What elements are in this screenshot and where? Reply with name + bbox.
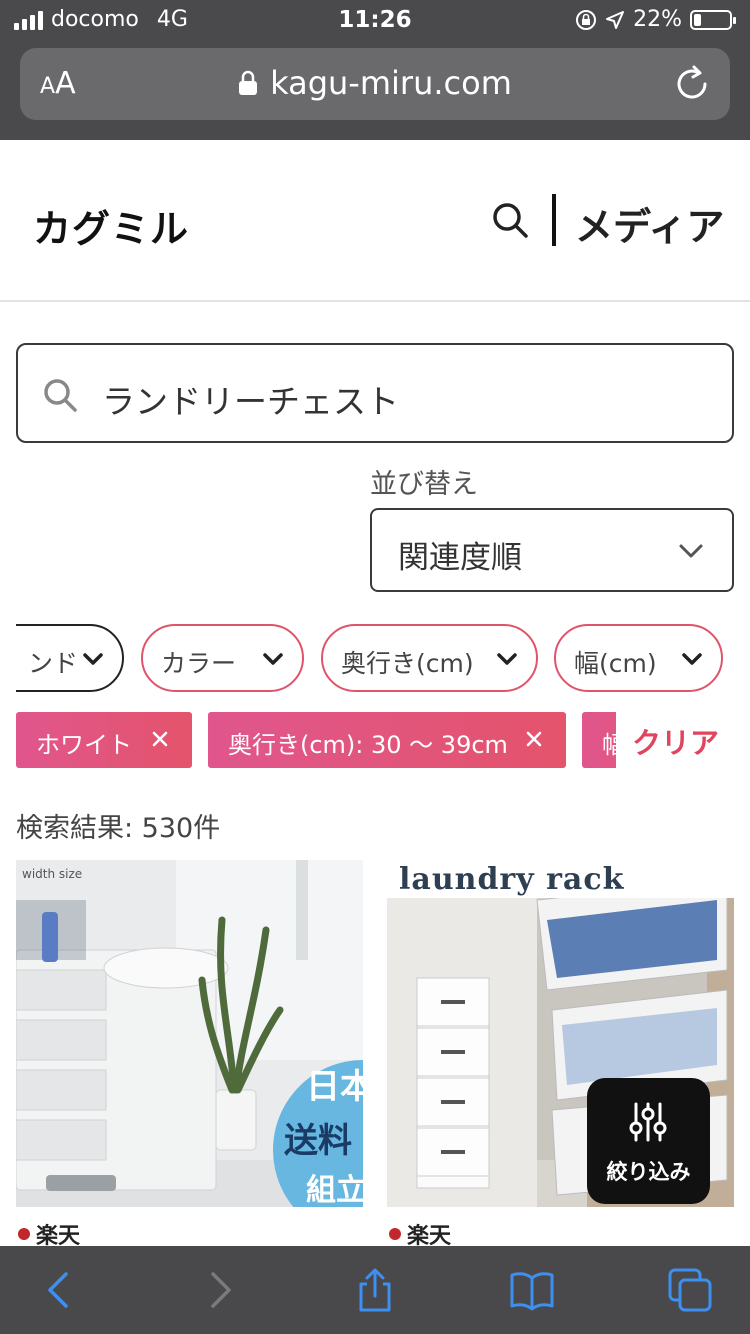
site-logo[interactable]: カグミル: [33, 198, 189, 253]
selected-tag-row: ホワイト 奥行き(cm): 30 〜 39cm 幅: [16, 712, 616, 768]
close-icon[interactable]: [524, 729, 544, 749]
forward-icon[interactable]: [197, 1268, 241, 1312]
svg-text:width size: width size: [22, 867, 82, 881]
reload-icon[interactable]: [672, 64, 712, 104]
bookmarks-icon[interactable]: [510, 1268, 554, 1312]
site-header: カグミル メディア: [0, 140, 750, 302]
back-icon[interactable]: [38, 1268, 82, 1312]
browser-chrome: docomo 4G 11:26 22% AA kagu-miru.com: [0, 0, 750, 140]
search-icon: [44, 379, 77, 412]
filter-button-label: 絞り込み: [606, 1160, 691, 1184]
sort-select[interactable]: 関連度順: [370, 508, 734, 592]
selected-tag-depth[interactable]: 奥行き(cm): 30 〜 39cm: [208, 712, 566, 768]
svg-text:組立: 組立: [306, 1173, 363, 1207]
svg-text:送料: 送料: [284, 1121, 352, 1161]
tabs-icon[interactable]: [668, 1268, 712, 1312]
svg-text:日本: 日本: [306, 1067, 363, 1107]
url-text: kagu-miru.com: [270, 64, 512, 102]
chevron-down-icon: [497, 653, 517, 665]
battery-percent: 22%: [633, 7, 682, 32]
status-bar: docomo 4G 11:26 22%: [0, 0, 750, 42]
clear-filters-button[interactable]: クリア: [632, 720, 719, 762]
location-icon: [606, 10, 625, 29]
filter-pill-row: ンド カラー 奥行き(cm) 幅(cm): [16, 624, 750, 694]
filter-pill-brand[interactable]: ンド: [16, 624, 124, 692]
rotation-lock-icon: [576, 9, 597, 30]
rakuten-dot-icon: [389, 1228, 401, 1240]
chevron-down-icon: [263, 653, 283, 665]
search-icon[interactable]: [490, 200, 530, 240]
media-link[interactable]: メディア: [575, 196, 724, 251]
chevron-down-icon: [679, 544, 703, 558]
url-bar[interactable]: AA kagu-miru.com: [20, 48, 730, 120]
search-input[interactable]: ランドリーチェスト: [16, 343, 734, 443]
filter-pill-depth[interactable]: 奥行き(cm): [321, 624, 538, 692]
product-image[interactable]: 日本 送料 組立 width size: [16, 860, 363, 1207]
selected-tag-width[interactable]: 幅: [582, 712, 616, 768]
close-icon[interactable]: [150, 729, 170, 749]
browser-toolbar: [0, 1246, 750, 1334]
sort-label: 並び替え: [370, 469, 478, 500]
sliders-icon: [629, 1102, 667, 1142]
rakuten-dot-icon: [18, 1228, 30, 1240]
result-count: 検索結果: 530件: [16, 813, 221, 844]
search-query: ランドリーチェスト: [102, 382, 399, 421]
filter-pill-width[interactable]: 幅(cm): [554, 624, 723, 692]
filter-button[interactable]: 絞り込み: [587, 1078, 710, 1204]
header-divider: [552, 194, 556, 246]
product-image-caption: laundry rack: [399, 862, 625, 897]
chevron-down-icon: [83, 653, 103, 665]
filter-pill-color[interactable]: カラー: [141, 624, 304, 692]
chevron-down-icon: [682, 653, 702, 665]
lock-icon: [239, 70, 258, 95]
selected-tag-white[interactable]: ホワイト: [16, 712, 192, 768]
sort-value: 関連度順: [398, 540, 522, 576]
share-icon[interactable]: [353, 1268, 397, 1312]
battery-icon: [690, 9, 736, 30]
